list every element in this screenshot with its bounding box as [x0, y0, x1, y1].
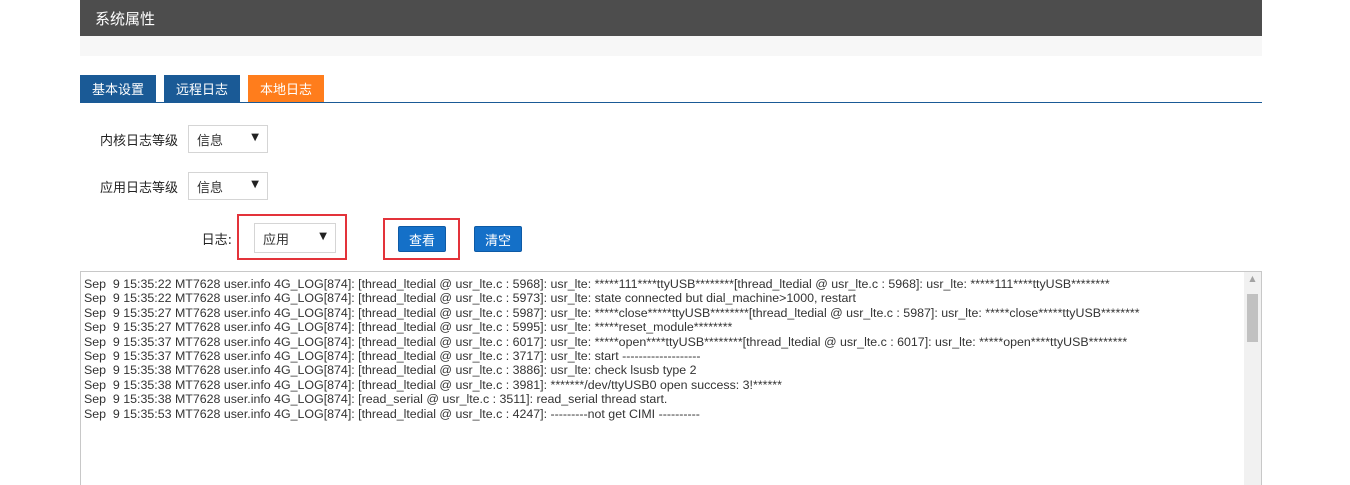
clear-button[interactable]: 清空	[474, 226, 523, 252]
app-log-level-select[interactable]: 信息 ▼	[188, 172, 268, 200]
header-strip	[80, 36, 1262, 56]
app-log-level-value: 信息	[197, 180, 224, 196]
tab-underline	[80, 102, 1262, 103]
highlight-box-view-button	[383, 218, 460, 260]
tab-local-log[interactable]: 本地日志	[248, 75, 325, 102]
vertical-scrollbar[interactable]: ▲	[1244, 272, 1261, 485]
tab-remote-log[interactable]: 远程日志	[164, 75, 241, 102]
scroll-up-arrow-icon[interactable]: ▲	[1244, 274, 1261, 283]
kernel-log-level-value: 信息	[197, 133, 224, 149]
scroll-thumb[interactable]	[1247, 294, 1258, 342]
page-title-bar: 系统属性	[80, 0, 1262, 36]
chevron-down-icon: ▼	[251, 132, 259, 143]
log-textarea[interactable]: Sep 9 15:35:22 MT7628 user.info 4G_LOG[8…	[80, 271, 1262, 485]
page-title: 系统属性	[95, 9, 156, 28]
kernel-log-level-row: 内核日志等级 信息 ▼	[80, 125, 268, 153]
highlight-box-log-select	[237, 214, 347, 260]
app-log-level-label: 应用日志等级	[99, 180, 178, 196]
kernel-log-level-select[interactable]: 信息 ▼	[188, 125, 268, 153]
kernel-log-level-label: 内核日志等级	[99, 133, 178, 149]
log-content: Sep 9 15:35:22 MT7628 user.info 4G_LOG[8…	[84, 277, 1140, 421]
tab-basic-settings[interactable]: 基本设置	[80, 75, 157, 102]
chevron-down-icon: ▼	[251, 179, 259, 190]
tab-bar: 基本设置 远程日志 本地日志	[80, 75, 332, 102]
app-log-level-row: 应用日志等级 信息 ▼	[80, 172, 268, 200]
